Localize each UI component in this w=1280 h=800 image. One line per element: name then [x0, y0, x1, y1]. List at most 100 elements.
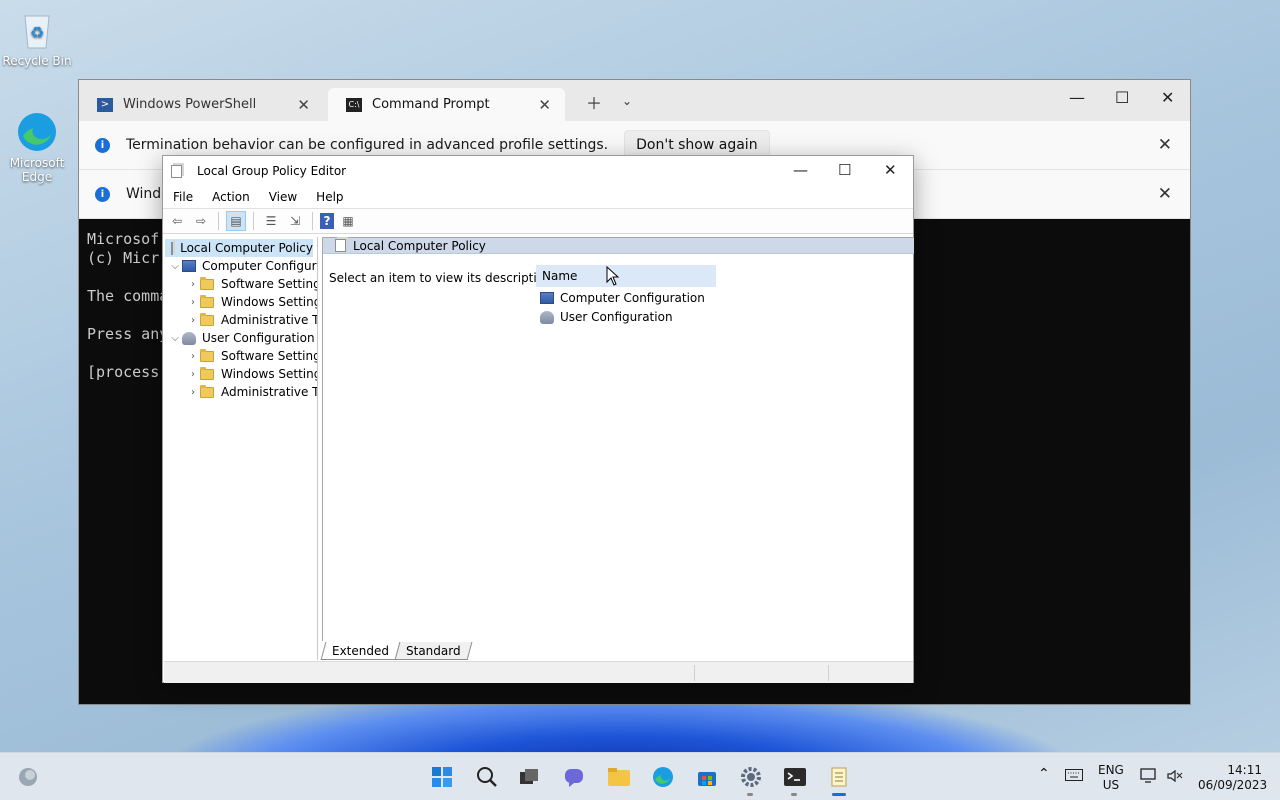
chevron-right-icon[interactable]: ›	[186, 315, 200, 326]
back-arrow-icon[interactable]: ⇦	[167, 211, 187, 231]
search-icon[interactable]	[475, 765, 499, 789]
properties-icon[interactable]: ☰	[261, 211, 281, 231]
status-bar	[164, 661, 913, 683]
folder-icon	[200, 294, 214, 308]
desktop-icon-label: Microsoft Edge	[9, 156, 65, 184]
powershell-icon: >	[97, 97, 113, 112]
forward-arrow-icon[interactable]: ⇨	[191, 211, 211, 231]
svg-text:♻: ♻	[30, 23, 44, 42]
chevron-down-icon[interactable]: ⌵	[168, 261, 182, 272]
chevron-right-icon[interactable]: ›	[186, 297, 200, 308]
chevron-up-icon[interactable]: ⌃	[1038, 767, 1050, 782]
chevron-right-icon[interactable]: ›	[186, 279, 200, 290]
list-item-computer-configuration[interactable]: Computer Configuration	[540, 289, 705, 307]
folder-icon	[200, 348, 214, 362]
console-output[interactable]: Microsof (c) Micr The comma Press any [pr…	[87, 230, 168, 382]
language-indicator[interactable]: ENG US	[1098, 763, 1124, 793]
help-icon[interactable]: ?	[320, 213, 334, 229]
desktop-icon-label: Recycle Bin	[2, 54, 72, 68]
maximize-icon[interactable]: ☐	[838, 161, 851, 179]
title-bar[interactable]: Local Group Policy Editor — ☐ ✕	[163, 156, 913, 186]
computer-icon	[182, 260, 196, 272]
store-icon[interactable]	[695, 765, 719, 789]
chevron-right-icon[interactable]: ›	[186, 369, 200, 380]
recycle-bin-icon: ♻	[15, 8, 59, 52]
info-icon: i	[95, 137, 110, 153]
edge-icon	[15, 110, 59, 154]
tab-windows-powershell[interactable]: > Windows PowerShell ✕	[79, 88, 324, 121]
column-header-name[interactable]: Name	[536, 265, 716, 287]
policy-doc-icon	[171, 241, 174, 255]
new-tab-plus-icon[interactable]: ＋	[586, 90, 602, 114]
clock[interactable]: 14:11 06/09/2023	[1198, 763, 1267, 793]
chevron-down-icon[interactable]: ⌄	[622, 94, 632, 108]
tab-standard[interactable]: Standard	[394, 642, 473, 660]
policy-doc-icon	[171, 164, 182, 178]
terminal-icon[interactable]	[783, 765, 807, 789]
user-icon	[182, 331, 196, 345]
view-tabs: Extended Standard	[320, 642, 473, 660]
edge-icon[interactable]	[651, 765, 675, 789]
start-icon[interactable]	[430, 765, 454, 789]
details-header: Local Computer Policy	[323, 238, 914, 254]
volume-muted-icon[interactable]	[1166, 768, 1184, 788]
computer-icon	[540, 292, 554, 304]
close-icon[interactable]: ✕	[297, 96, 310, 114]
chevron-right-icon[interactable]: ›	[186, 387, 200, 398]
export-list-icon[interactable]: ⇲	[285, 211, 305, 231]
group-policy-editor-taskbar-icon[interactable]	[827, 765, 851, 789]
tree-item-windows-settings[interactable]: › Windows Setting	[186, 293, 317, 311]
window-title: Local Group Policy Editor	[197, 164, 347, 178]
info-icon: i	[95, 186, 110, 202]
settings-gear-icon[interactable]	[739, 765, 763, 789]
task-view-icon[interactable]	[517, 765, 541, 789]
terminal-tab-bar: > Windows PowerShell ✕ C:\ Command Promp…	[79, 80, 1190, 121]
menu-file[interactable]: File	[173, 190, 193, 204]
taskbar: ⌃ ENG US 14:11 06/09/2023	[0, 752, 1280, 800]
minimize-icon[interactable]: —	[793, 161, 808, 179]
mouse-cursor-icon	[606, 266, 620, 286]
toolbar: ⇦ ⇨ ▤ ☰ ⇲ ? ▦	[163, 208, 913, 234]
keyboard-icon[interactable]	[1065, 769, 1083, 785]
menu-action[interactable]: Action	[212, 190, 250, 204]
tree-item-software-settings[interactable]: › Software Settings	[186, 275, 317, 293]
navigation-tree[interactable]: Local Computer Policy ⌵ Computer Configu…	[164, 237, 318, 660]
close-icon[interactable]: ✕	[1158, 135, 1172, 155]
tree-item-user-software-settings[interactable]: › Software Settings	[186, 347, 317, 365]
desktop-icon-edge[interactable]: Microsoft Edge	[1, 110, 73, 184]
tree-item-user-windows-settings[interactable]: › Windows Setting	[186, 365, 317, 383]
close-icon[interactable]: ✕	[538, 96, 551, 114]
close-window-icon[interactable]: ✕	[1161, 88, 1174, 107]
chevron-right-icon[interactable]: ›	[186, 351, 200, 362]
tab-command-prompt[interactable]: C:\ Command Prompt ✕	[328, 88, 565, 121]
tree-item-administrative-templates[interactable]: › Administrative Te	[186, 311, 317, 329]
menu-help[interactable]: Help	[316, 190, 343, 204]
folder-icon	[200, 384, 214, 398]
filter-view-icon[interactable]: ▦	[338, 211, 358, 231]
teams-chat-icon[interactable]	[562, 765, 586, 789]
tab-extended[interactable]: Extended	[320, 642, 401, 660]
tree-item-user-administrative-templates[interactable]: › Administrative Te	[186, 383, 317, 401]
folder-icon	[200, 312, 214, 326]
list-item-user-configuration[interactable]: User Configuration	[540, 308, 673, 326]
user-icon	[540, 310, 554, 324]
close-icon[interactable]: ✕	[1158, 184, 1172, 204]
maximize-icon[interactable]: ☐	[1115, 88, 1129, 107]
tree-item-computer-configuration[interactable]: ⌵ Computer Configura	[168, 257, 317, 275]
group-policy-editor-window[interactable]: Local Group Policy Editor — ☐ ✕ File Act…	[162, 155, 914, 683]
tree-item-user-configuration[interactable]: ⌵ User Configuration	[168, 329, 314, 347]
minimize-icon[interactable]: —	[1069, 88, 1085, 107]
details-pane[interactable]: Local Computer Policy Select an item to …	[322, 237, 914, 641]
tree-item-local-computer-policy[interactable]: Local Computer Policy	[165, 239, 313, 257]
show-hide-tree-icon[interactable]: ▤	[226, 211, 246, 231]
chevron-down-icon[interactable]: ⌵	[168, 333, 182, 344]
close-icon[interactable]: ✕	[884, 161, 897, 179]
desktop-icon-recycle-bin[interactable]: ♻ Recycle Bin	[1, 8, 73, 68]
description-text: Select an item to view its description.	[329, 271, 556, 285]
menu-view[interactable]: View	[269, 190, 297, 204]
cmd-icon: C:\	[346, 97, 362, 112]
widgets-icon[interactable]	[16, 765, 40, 789]
menu-bar: File Action View Help	[163, 186, 913, 208]
network-icon[interactable]	[1140, 768, 1158, 788]
file-explorer-icon[interactable]	[607, 765, 631, 789]
